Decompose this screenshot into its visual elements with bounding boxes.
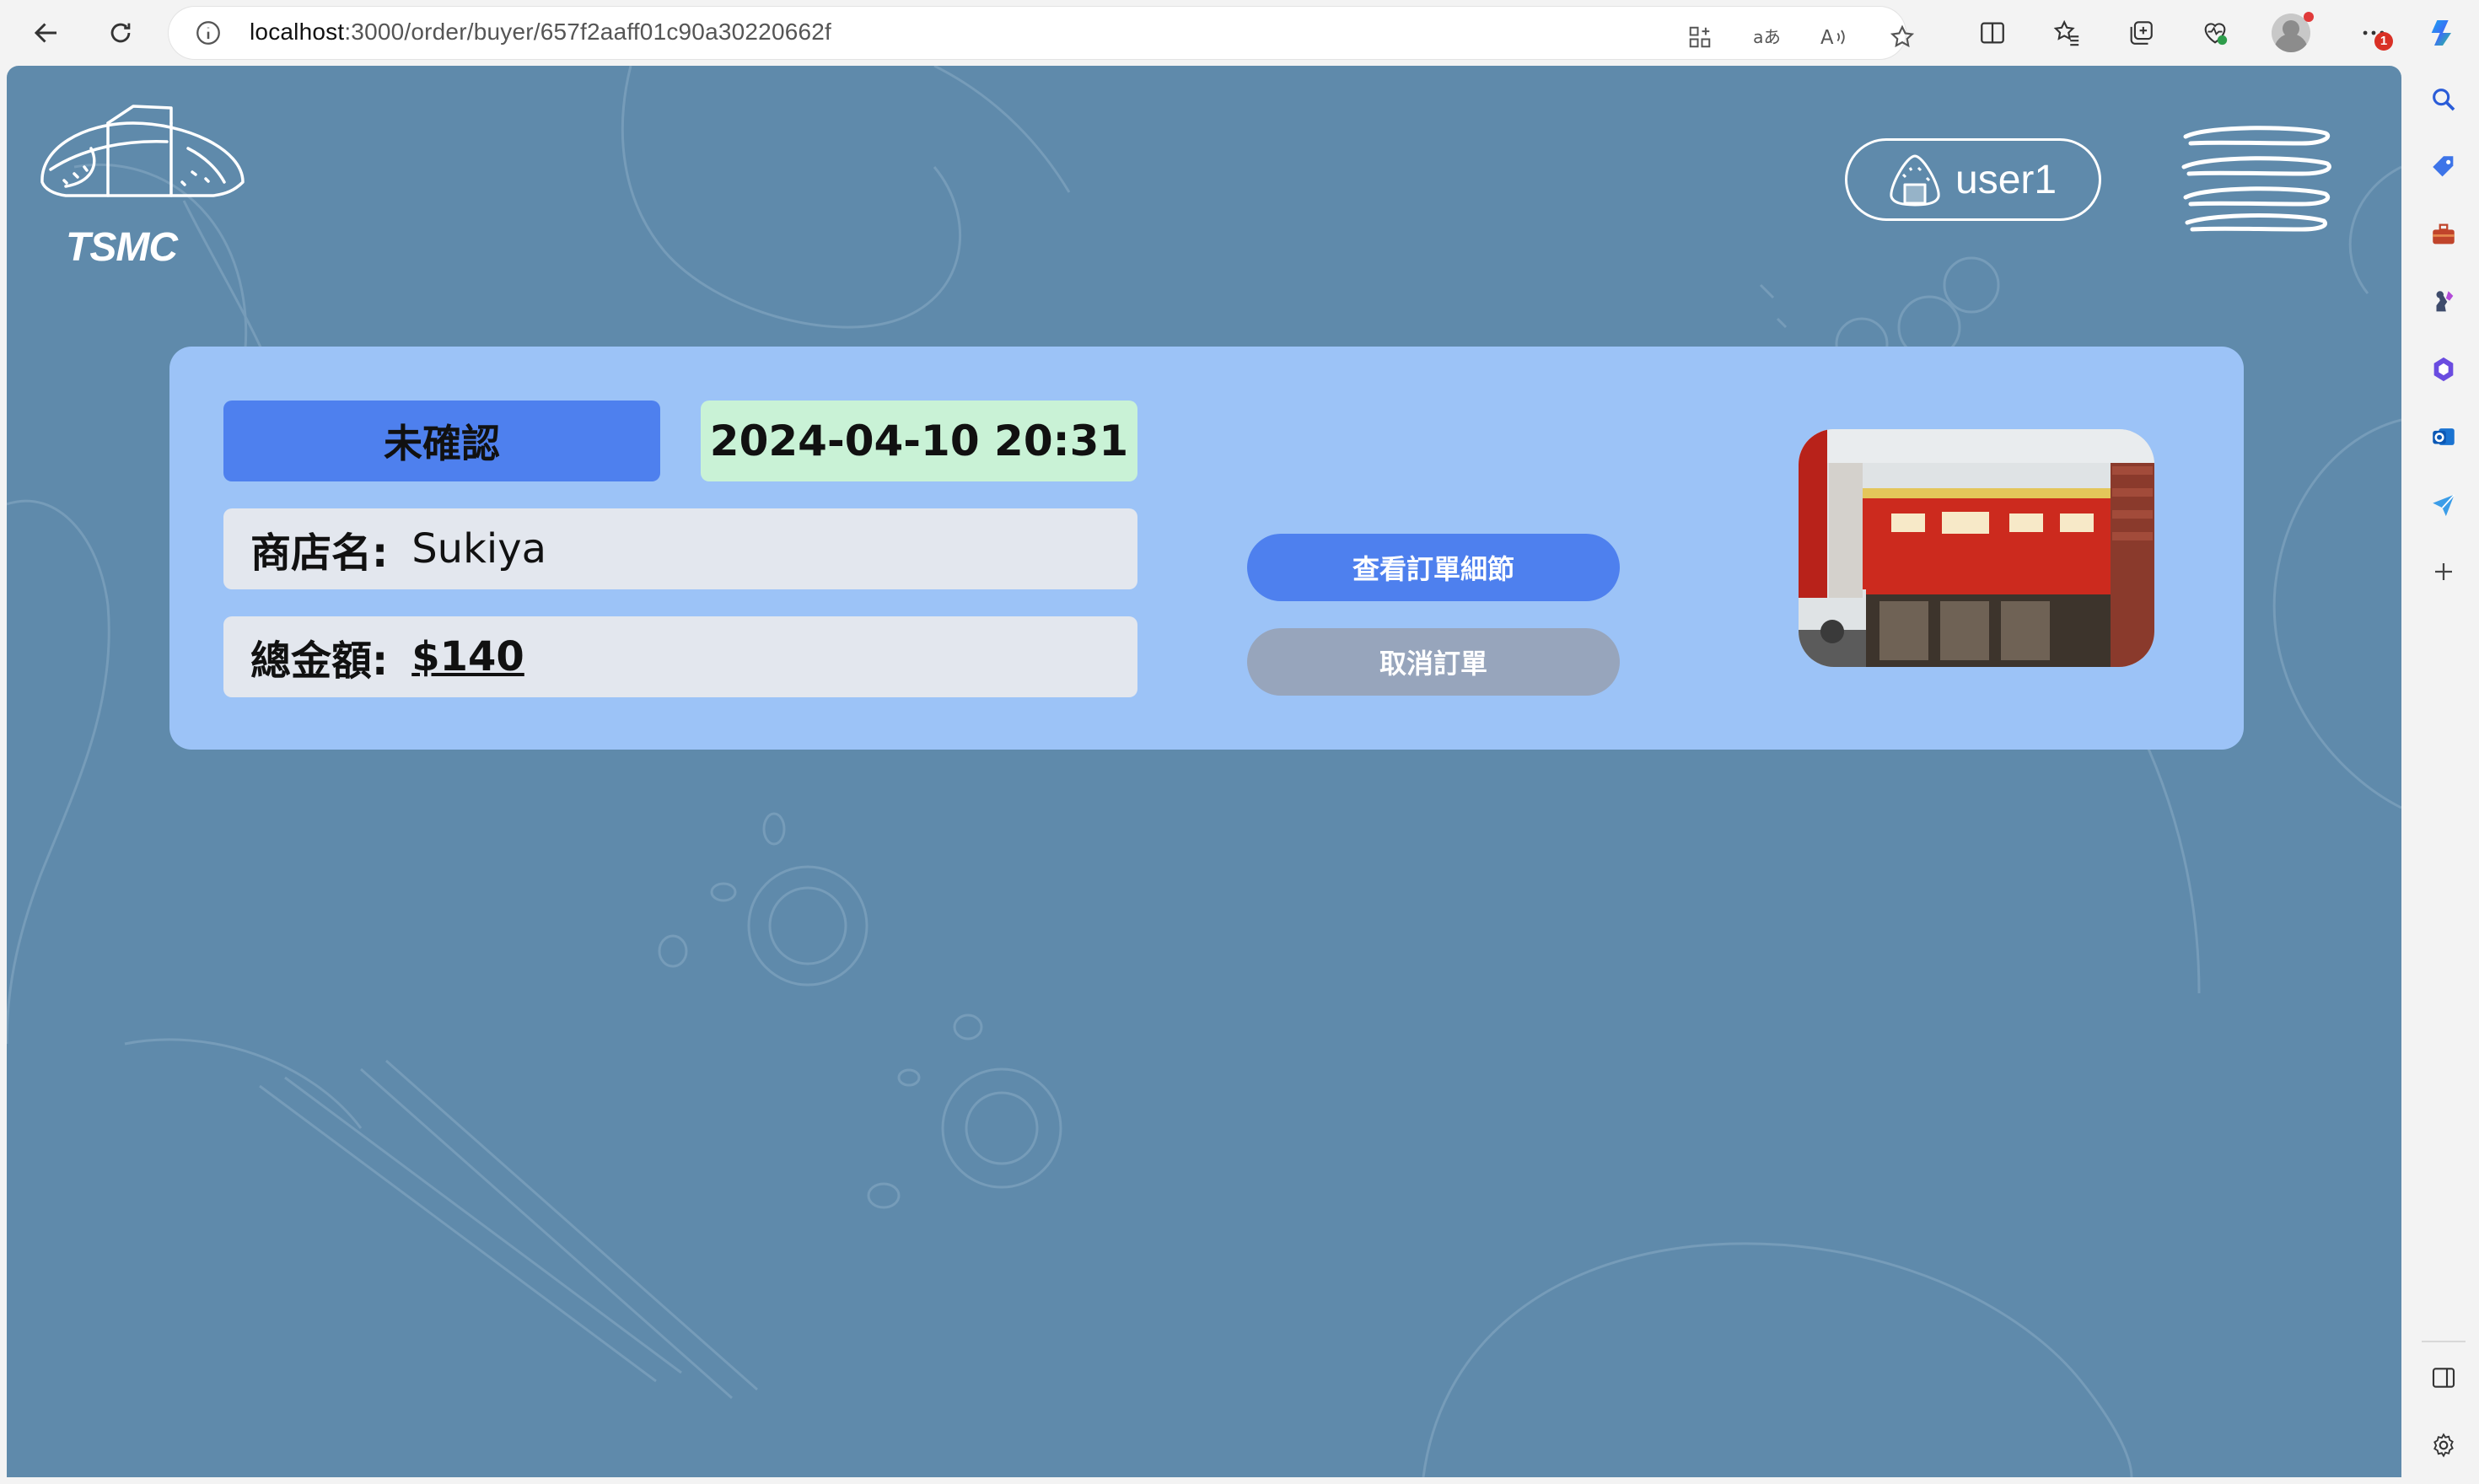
site-info-icon[interactable] [194,19,223,47]
store-name-label: 商店名: [250,530,389,577]
total-amount-field: 總金額: $140 [223,616,1137,697]
collections-icon[interactable] [2120,12,2162,54]
background-doodle-pattern [7,66,2401,1477]
store-name-value: Sukiya [411,525,547,573]
url-text[interactable]: localhost:3000/order/buyer/657f2aaff01c9… [250,19,831,46]
view-order-details-button[interactable]: 查看訂單細節 [1247,534,1620,601]
order-status-badge: 未確認 [223,401,660,481]
settings-gear-icon[interactable] [2425,1427,2462,1464]
translate-icon[interactable]: aあ [1750,20,1784,54]
store-name-field: 商店名: Sukiya [223,508,1137,589]
microsoft365-icon[interactable] [2425,351,2462,388]
favorite-star-icon[interactable] [1885,20,1919,54]
notification-badge: 1 [2374,32,2393,51]
read-aloud-icon[interactable]: A [1818,20,1852,54]
favorites-icon[interactable] [2046,12,2088,54]
total-amount-label: 總金額: [250,637,389,685]
total-amount-value: $140 [411,633,524,680]
apps-icon[interactable] [1683,20,1717,54]
outlook-icon[interactable] [2425,418,2462,455]
sidebar-toggle-icon[interactable] [2425,1359,2462,1396]
copilot-icon[interactable] [2422,12,2464,54]
profile-status-dot [2304,12,2314,22]
address-bar[interactable]: localhost:3000/order/buyer/657f2aaff01c9… [169,7,1915,59]
svg-text:A: A [1820,27,1834,49]
add-icon[interactable] [2425,553,2462,590]
split-screen-icon[interactable] [1971,12,2014,54]
order-card: 未確認 2024-04-10 20:31 商店名: Sukiya 總金額: $1… [169,347,2244,750]
search-icon[interactable] [2425,81,2462,118]
username-label: user1 [1955,157,2057,202]
games-icon[interactable] [2425,283,2462,320]
page-viewport: TSMC user1 未確認 2024-04-10 20:31 商店名: Suk… [7,66,2401,1477]
order-datetime: 2024-04-10 20:31 [701,401,1137,481]
tools-briefcase-icon[interactable] [2425,216,2462,253]
onigiri-icon [1890,154,1940,207]
sidebar-divider [2422,1341,2466,1342]
send-icon[interactable] [2425,486,2462,523]
back-icon[interactable] [25,12,67,54]
logo-text: TSMC [66,225,178,270]
browser-essentials-icon[interactable] [2194,12,2236,54]
store-photo [1799,429,2154,667]
browser-sidebar [2408,66,2479,1484]
shopping-tag-icon[interactable] [2425,148,2462,186]
cancel-order-button[interactable]: 取消訂單 [1247,628,1620,696]
browser-toolbar: localhost:3000/order/buyer/657f2aaff01c9… [0,0,2479,66]
url-path: :3000/order/buyer/657f2aaff01c90a3022066… [344,19,832,45]
url-host: localhost [250,19,345,45]
svg-text:aあ: aあ [1753,27,1781,47]
refresh-icon[interactable] [99,12,142,54]
user-profile-button[interactable]: user1 [1845,138,2101,221]
hamburger-menu-icon[interactable] [2175,118,2336,236]
